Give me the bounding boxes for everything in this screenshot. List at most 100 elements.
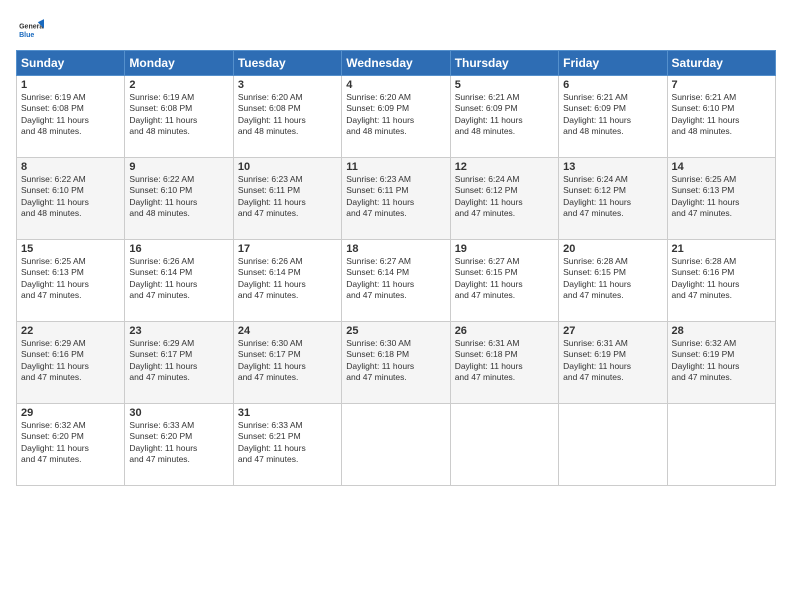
day-number: 12	[455, 161, 554, 173]
calendar-week-row: 29Sunrise: 6:32 AM Sunset: 6:20 PM Dayli…	[17, 404, 776, 486]
calendar-week-row: 1Sunrise: 6:19 AM Sunset: 6:08 PM Daylig…	[17, 76, 776, 158]
calendar-day-cell	[667, 404, 775, 486]
day-number: 17	[238, 243, 337, 255]
calendar-day-cell: 4Sunrise: 6:20 AM Sunset: 6:09 PM Daylig…	[342, 76, 450, 158]
calendar-day-cell: 16Sunrise: 6:26 AM Sunset: 6:14 PM Dayli…	[125, 240, 233, 322]
day-number: 8	[21, 161, 120, 173]
calendar-day-cell: 5Sunrise: 6:21 AM Sunset: 6:09 PM Daylig…	[450, 76, 558, 158]
day-info: Sunrise: 6:31 AM Sunset: 6:19 PM Dayligh…	[563, 338, 662, 384]
day-info: Sunrise: 6:24 AM Sunset: 6:12 PM Dayligh…	[563, 174, 662, 220]
day-info: Sunrise: 6:29 AM Sunset: 6:17 PM Dayligh…	[129, 338, 228, 384]
day-number: 18	[346, 243, 445, 255]
calendar-day-cell: 19Sunrise: 6:27 AM Sunset: 6:15 PM Dayli…	[450, 240, 558, 322]
calendar-day-cell: 21Sunrise: 6:28 AM Sunset: 6:16 PM Dayli…	[667, 240, 775, 322]
day-info: Sunrise: 6:20 AM Sunset: 6:09 PM Dayligh…	[346, 92, 445, 138]
calendar-day-cell: 7Sunrise: 6:21 AM Sunset: 6:10 PM Daylig…	[667, 76, 775, 158]
calendar-day-cell: 29Sunrise: 6:32 AM Sunset: 6:20 PM Dayli…	[17, 404, 125, 486]
calendar-day-cell: 31Sunrise: 6:33 AM Sunset: 6:21 PM Dayli…	[233, 404, 341, 486]
day-number: 1	[21, 79, 120, 91]
day-info: Sunrise: 6:24 AM Sunset: 6:12 PM Dayligh…	[455, 174, 554, 220]
calendar-day-header: Saturday	[667, 51, 775, 76]
day-info: Sunrise: 6:21 AM Sunset: 6:10 PM Dayligh…	[672, 92, 771, 138]
calendar-day-cell: 10Sunrise: 6:23 AM Sunset: 6:11 PM Dayli…	[233, 158, 341, 240]
day-info: Sunrise: 6:31 AM Sunset: 6:18 PM Dayligh…	[455, 338, 554, 384]
day-info: Sunrise: 6:26 AM Sunset: 6:14 PM Dayligh…	[238, 256, 337, 302]
calendar-day-cell: 14Sunrise: 6:25 AM Sunset: 6:13 PM Dayli…	[667, 158, 775, 240]
calendar-day-header: Tuesday	[233, 51, 341, 76]
day-info: Sunrise: 6:23 AM Sunset: 6:11 PM Dayligh…	[238, 174, 337, 220]
day-number: 6	[563, 79, 662, 91]
calendar-week-row: 8Sunrise: 6:22 AM Sunset: 6:10 PM Daylig…	[17, 158, 776, 240]
page-header: General Blue	[16, 16, 776, 44]
calendar-day-cell	[559, 404, 667, 486]
calendar-day-cell: 28Sunrise: 6:32 AM Sunset: 6:19 PM Dayli…	[667, 322, 775, 404]
day-info: Sunrise: 6:19 AM Sunset: 6:08 PM Dayligh…	[129, 92, 228, 138]
day-number: 29	[21, 407, 120, 419]
calendar-day-cell: 15Sunrise: 6:25 AM Sunset: 6:13 PM Dayli…	[17, 240, 125, 322]
day-info: Sunrise: 6:25 AM Sunset: 6:13 PM Dayligh…	[21, 256, 120, 302]
calendar-day-cell: 24Sunrise: 6:30 AM Sunset: 6:17 PM Dayli…	[233, 322, 341, 404]
day-number: 9	[129, 161, 228, 173]
day-number: 20	[563, 243, 662, 255]
calendar-day-cell	[450, 404, 558, 486]
day-number: 5	[455, 79, 554, 91]
day-number: 2	[129, 79, 228, 91]
calendar-day-header: Sunday	[17, 51, 125, 76]
day-number: 22	[21, 325, 120, 337]
day-number: 28	[672, 325, 771, 337]
calendar-day-cell: 22Sunrise: 6:29 AM Sunset: 6:16 PM Dayli…	[17, 322, 125, 404]
day-info: Sunrise: 6:30 AM Sunset: 6:17 PM Dayligh…	[238, 338, 337, 384]
svg-text:Blue: Blue	[19, 32, 34, 39]
day-number: 21	[672, 243, 771, 255]
day-number: 24	[238, 325, 337, 337]
day-number: 30	[129, 407, 228, 419]
day-info: Sunrise: 6:21 AM Sunset: 6:09 PM Dayligh…	[563, 92, 662, 138]
calendar-day-cell: 1Sunrise: 6:19 AM Sunset: 6:08 PM Daylig…	[17, 76, 125, 158]
day-info: Sunrise: 6:20 AM Sunset: 6:08 PM Dayligh…	[238, 92, 337, 138]
calendar-table: SundayMondayTuesdayWednesdayThursdayFrid…	[16, 50, 776, 486]
day-info: Sunrise: 6:33 AM Sunset: 6:21 PM Dayligh…	[238, 420, 337, 466]
day-number: 10	[238, 161, 337, 173]
calendar-day-cell: 12Sunrise: 6:24 AM Sunset: 6:12 PM Dayli…	[450, 158, 558, 240]
calendar-week-row: 15Sunrise: 6:25 AM Sunset: 6:13 PM Dayli…	[17, 240, 776, 322]
day-number: 14	[672, 161, 771, 173]
calendar-day-cell: 27Sunrise: 6:31 AM Sunset: 6:19 PM Dayli…	[559, 322, 667, 404]
calendar-day-cell: 3Sunrise: 6:20 AM Sunset: 6:08 PM Daylig…	[233, 76, 341, 158]
day-number: 26	[455, 325, 554, 337]
day-number: 27	[563, 325, 662, 337]
calendar-day-cell: 23Sunrise: 6:29 AM Sunset: 6:17 PM Dayli…	[125, 322, 233, 404]
day-number: 4	[346, 79, 445, 91]
day-info: Sunrise: 6:28 AM Sunset: 6:16 PM Dayligh…	[672, 256, 771, 302]
day-number: 25	[346, 325, 445, 337]
calendar-day-cell: 20Sunrise: 6:28 AM Sunset: 6:15 PM Dayli…	[559, 240, 667, 322]
calendar-day-cell: 18Sunrise: 6:27 AM Sunset: 6:14 PM Dayli…	[342, 240, 450, 322]
calendar-day-header: Monday	[125, 51, 233, 76]
day-number: 23	[129, 325, 228, 337]
day-info: Sunrise: 6:23 AM Sunset: 6:11 PM Dayligh…	[346, 174, 445, 220]
day-info: Sunrise: 6:27 AM Sunset: 6:14 PM Dayligh…	[346, 256, 445, 302]
logo-icon: General Blue	[16, 16, 44, 44]
day-number: 16	[129, 243, 228, 255]
day-info: Sunrise: 6:32 AM Sunset: 6:20 PM Dayligh…	[21, 420, 120, 466]
day-info: Sunrise: 6:30 AM Sunset: 6:18 PM Dayligh…	[346, 338, 445, 384]
day-info: Sunrise: 6:32 AM Sunset: 6:19 PM Dayligh…	[672, 338, 771, 384]
calendar-day-cell: 13Sunrise: 6:24 AM Sunset: 6:12 PM Dayli…	[559, 158, 667, 240]
day-info: Sunrise: 6:19 AM Sunset: 6:08 PM Dayligh…	[21, 92, 120, 138]
day-number: 11	[346, 161, 445, 173]
calendar-day-cell: 17Sunrise: 6:26 AM Sunset: 6:14 PM Dayli…	[233, 240, 341, 322]
day-number: 3	[238, 79, 337, 91]
logo: General Blue	[16, 16, 44, 44]
calendar-day-cell: 6Sunrise: 6:21 AM Sunset: 6:09 PM Daylig…	[559, 76, 667, 158]
day-info: Sunrise: 6:33 AM Sunset: 6:20 PM Dayligh…	[129, 420, 228, 466]
calendar-day-cell: 8Sunrise: 6:22 AM Sunset: 6:10 PM Daylig…	[17, 158, 125, 240]
calendar-day-cell: 2Sunrise: 6:19 AM Sunset: 6:08 PM Daylig…	[125, 76, 233, 158]
day-number: 13	[563, 161, 662, 173]
calendar-day-cell: 25Sunrise: 6:30 AM Sunset: 6:18 PM Dayli…	[342, 322, 450, 404]
day-info: Sunrise: 6:21 AM Sunset: 6:09 PM Dayligh…	[455, 92, 554, 138]
day-number: 15	[21, 243, 120, 255]
day-number: 31	[238, 407, 337, 419]
day-info: Sunrise: 6:29 AM Sunset: 6:16 PM Dayligh…	[21, 338, 120, 384]
calendar-day-cell: 30Sunrise: 6:33 AM Sunset: 6:20 PM Dayli…	[125, 404, 233, 486]
day-info: Sunrise: 6:28 AM Sunset: 6:15 PM Dayligh…	[563, 256, 662, 302]
calendar-header-row: SundayMondayTuesdayWednesdayThursdayFrid…	[17, 51, 776, 76]
